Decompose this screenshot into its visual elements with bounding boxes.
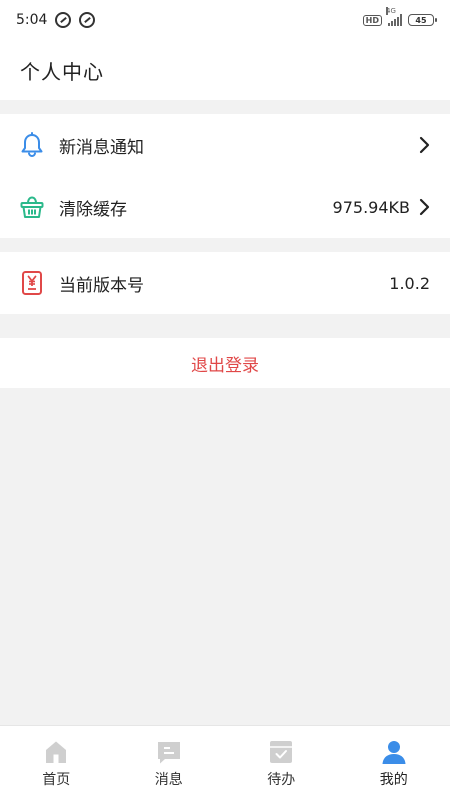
- basket-icon: [18, 193, 46, 221]
- home-icon: [43, 739, 69, 765]
- tab-messages-label: 消息: [154, 772, 183, 788]
- tab-home[interactable]: 首页: [0, 726, 113, 800]
- version-icon: [18, 269, 46, 297]
- settings-group-1: 新消息通知 清除缓存 975.94KB: [0, 114, 450, 238]
- tab-home-label: 首页: [42, 772, 71, 788]
- tab-profile-label: 我的: [379, 772, 408, 788]
- version-label: 当前版本号: [59, 275, 144, 296]
- settings-group-2: 当前版本号 1.0.2: [0, 252, 450, 314]
- user-icon: [381, 739, 407, 765]
- tab-messages[interactable]: 消息: [113, 726, 226, 800]
- notification-settings-label: 新消息通知: [59, 137, 144, 158]
- chevron-right-icon: [418, 135, 432, 155]
- hd-icon: HD: [362, 14, 382, 26]
- version-row: 当前版本号 1.0.2: [0, 252, 450, 314]
- status-bar-right: HD 4G 45: [362, 7, 437, 26]
- version-value: 1.0.2: [389, 273, 430, 293]
- signal-icon: 4G: [386, 7, 402, 26]
- tab-todo[interactable]: 待办: [225, 726, 338, 800]
- logout-button[interactable]: 退出登录: [0, 338, 450, 388]
- notification-icon: [79, 12, 96, 28]
- clear-cache-row[interactable]: 清除缓存 975.94KB: [0, 176, 450, 238]
- notification-settings-row[interactable]: 新消息通知: [0, 114, 450, 176]
- page-title: 个人中心: [20, 59, 104, 84]
- bottom-tab-bar: 首页 消息 待办 我的: [0, 725, 450, 800]
- page-header: 个人中心: [0, 40, 450, 100]
- tab-profile[interactable]: 我的: [338, 726, 450, 800]
- status-bar-left: 5:04: [16, 12, 96, 28]
- clear-cache-label: 清除缓存: [59, 199, 127, 220]
- status-bar: 5:04 HD 4G 45: [0, 0, 450, 40]
- status-time: 5:04: [16, 12, 48, 28]
- todo-icon: [268, 739, 294, 765]
- message-icon: [156, 739, 182, 765]
- notification-icon: [55, 12, 72, 28]
- chevron-right-icon: [418, 197, 432, 217]
- cache-size-value: 975.94KB: [332, 197, 410, 217]
- battery-icon: 45: [408, 14, 437, 26]
- bell-icon: [18, 131, 46, 159]
- tab-todo-label: 待办: [267, 772, 296, 788]
- network-type: 4G: [386, 7, 396, 15]
- logout-card: 退出登录: [0, 338, 450, 388]
